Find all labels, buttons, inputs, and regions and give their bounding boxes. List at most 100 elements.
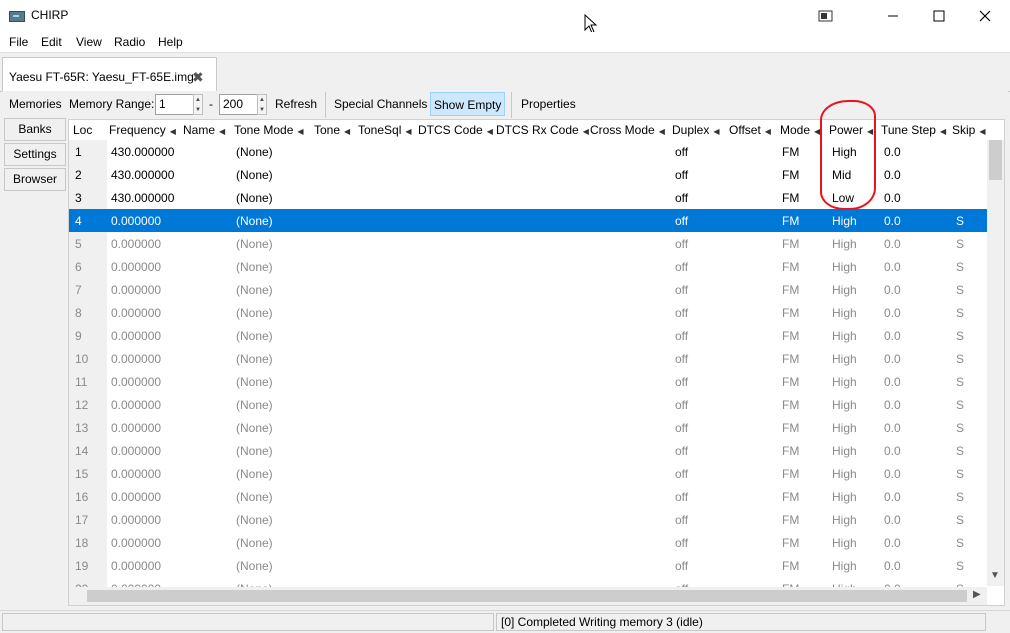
tab-settings[interactable]: Settings <box>4 143 66 166</box>
skip-cell[interactable]: S <box>956 398 964 412</box>
sort-arrow-icon[interactable]: ◀ <box>297 127 303 136</box>
frequency-cell[interactable]: 0.000000 <box>111 306 161 320</box>
duplex-cell[interactable]: off <box>675 536 688 550</box>
power-cell[interactable]: High <box>832 421 857 435</box>
mode-cell[interactable]: FM <box>782 214 799 228</box>
table-row[interactable]: 18 0.000000 (None) off FM High 0.0 S <box>69 531 987 554</box>
menu-file[interactable]: File <box>9 35 28 49</box>
mode-cell[interactable]: FM <box>782 329 799 343</box>
skip-cell[interactable]: S <box>956 352 964 366</box>
tone-mode-cell[interactable]: (None) <box>236 191 273 205</box>
maximize-button[interactable] <box>916 0 962 32</box>
loc-cell[interactable]: 5 <box>75 237 82 251</box>
mode-cell[interactable]: FM <box>782 444 799 458</box>
snap-button[interactable] <box>803 0 849 32</box>
tone-mode-cell[interactable]: (None) <box>236 237 273 251</box>
mode-cell[interactable]: FM <box>782 559 799 573</box>
loc-cell[interactable]: 17 <box>75 513 88 527</box>
scroll-right-icon[interactable]: ▶ <box>973 589 981 600</box>
col-tonesql-header[interactable]: ToneSql ◀ <box>358 123 412 137</box>
loc-cell[interactable]: 1 <box>75 145 82 159</box>
range-start-input[interactable]: 1 <box>155 94 194 115</box>
skip-cell[interactable]: S <box>956 467 964 481</box>
duplex-cell[interactable]: off <box>675 329 688 343</box>
duplex-cell[interactable]: off <box>675 375 688 389</box>
duplex-cell[interactable]: off <box>675 283 688 297</box>
skip-cell[interactable]: S <box>956 375 964 389</box>
duplex-cell[interactable]: off <box>675 145 688 159</box>
tone-mode-cell[interactable]: (None) <box>236 490 273 504</box>
tone-mode-cell[interactable]: (None) <box>236 145 273 159</box>
frequency-cell[interactable]: 0.000000 <box>111 559 161 573</box>
tone-mode-cell[interactable]: (None) <box>236 421 273 435</box>
vertical-scroll-thumb[interactable] <box>989 140 1002 180</box>
tune-step-cell[interactable]: 0.0 <box>884 191 901 205</box>
col-mode-header[interactable]: Mode ◀ <box>780 123 820 137</box>
frequency-cell[interactable]: 0.000000 <box>111 237 161 251</box>
power-cell[interactable]: High <box>832 536 857 550</box>
mode-cell[interactable]: FM <box>782 260 799 274</box>
power-cell[interactable]: High <box>832 260 857 274</box>
tune-step-cell[interactable]: 0.0 <box>884 490 901 504</box>
frequency-cell[interactable]: 0.000000 <box>111 260 161 274</box>
mode-cell[interactable]: FM <box>782 398 799 412</box>
table-row[interactable]: 16 0.000000 (None) off FM High 0.0 S <box>69 485 987 508</box>
tune-step-cell[interactable]: 0.0 <box>884 329 901 343</box>
col-loc-header[interactable]: Loc <box>73 123 92 137</box>
frequency-cell[interactable]: 0.000000 <box>111 214 161 228</box>
tune-step-cell[interactable]: 0.0 <box>884 306 901 320</box>
tone-mode-cell[interactable]: (None) <box>236 559 273 573</box>
table-row[interactable]: 11 0.000000 (None) off FM High 0.0 S <box>69 370 987 393</box>
table-row[interactable]: 4 0.000000 (None) off FM High 0.0 S <box>69 209 987 232</box>
power-cell[interactable]: High <box>832 352 857 366</box>
tone-mode-cell[interactable]: (None) <box>236 329 273 343</box>
horizontal-scroll-thumb[interactable] <box>87 590 967 602</box>
document-tab[interactable]: Yaesu FT-65R: Yaesu_FT-65E.img* ✖ <box>2 57 217 92</box>
tone-mode-cell[interactable]: (None) <box>236 536 273 550</box>
skip-cell[interactable]: S <box>956 260 964 274</box>
tune-step-cell[interactable]: 0.0 <box>884 513 901 527</box>
mode-cell[interactable]: FM <box>782 237 799 251</box>
skip-cell[interactable]: S <box>956 306 964 320</box>
loc-cell[interactable]: 16 <box>75 490 88 504</box>
mode-cell[interactable]: FM <box>782 283 799 297</box>
mode-cell[interactable]: FM <box>782 145 799 159</box>
tone-mode-cell[interactable]: (None) <box>236 467 273 481</box>
tune-step-cell[interactable]: 0.0 <box>884 168 901 182</box>
sort-arrow-icon[interactable]: ◀ <box>765 127 771 136</box>
loc-cell[interactable]: 11 <box>75 375 87 389</box>
menu-view[interactable]: View <box>76 35 102 49</box>
show-empty-toggle[interactable]: Show Empty <box>430 92 506 116</box>
loc-cell[interactable]: 4 <box>75 214 82 228</box>
col-tune-step-header[interactable]: Tune Step ◀ <box>881 123 946 137</box>
tune-step-cell[interactable]: 0.0 <box>884 536 901 550</box>
sort-arrow-icon[interactable]: ◀ <box>659 127 665 136</box>
table-row[interactable]: 13 0.000000 (None) off FM High 0.0 S <box>69 416 987 439</box>
mode-cell[interactable]: FM <box>782 513 799 527</box>
loc-cell[interactable]: 7 <box>75 283 82 297</box>
table-row[interactable]: 9 0.000000 (None) off FM High 0.0 S <box>69 324 987 347</box>
frequency-cell[interactable]: 0.000000 <box>111 467 161 481</box>
sort-arrow-icon[interactable]: ◀ <box>940 127 946 136</box>
frequency-cell[interactable]: 0.000000 <box>111 329 161 343</box>
tone-mode-cell[interactable]: (None) <box>236 214 273 228</box>
tune-step-cell[interactable]: 0.0 <box>884 467 901 481</box>
power-cell[interactable]: High <box>832 490 857 504</box>
mode-cell[interactable]: FM <box>782 467 799 481</box>
mode-cell[interactable]: FM <box>782 490 799 504</box>
col-tone-header[interactable]: Tone ◀ <box>314 123 350 137</box>
table-row[interactable]: 19 0.000000 (None) off FM High 0.0 S <box>69 554 987 577</box>
scroll-down-icon[interactable]: ▼ <box>990 570 1000 581</box>
loc-cell[interactable]: 9 <box>75 329 82 343</box>
range-start-spinner[interactable]: ▲ ▼ <box>193 94 203 115</box>
table-row[interactable]: 7 0.000000 (None) off FM High 0.0 S <box>69 278 987 301</box>
skip-cell[interactable]: S <box>956 214 964 228</box>
loc-cell[interactable]: 19 <box>75 559 88 573</box>
skip-cell[interactable]: S <box>956 421 964 435</box>
col-duplex-header[interactable]: Duplex ◀ <box>672 123 720 137</box>
power-cell[interactable]: High <box>832 559 857 573</box>
sort-arrow-icon[interactable]: ◀ <box>170 127 176 136</box>
col-offset-header[interactable]: Offset ◀ <box>729 123 771 137</box>
loc-cell[interactable]: 3 <box>75 191 82 205</box>
power-cell[interactable]: High <box>832 467 857 481</box>
